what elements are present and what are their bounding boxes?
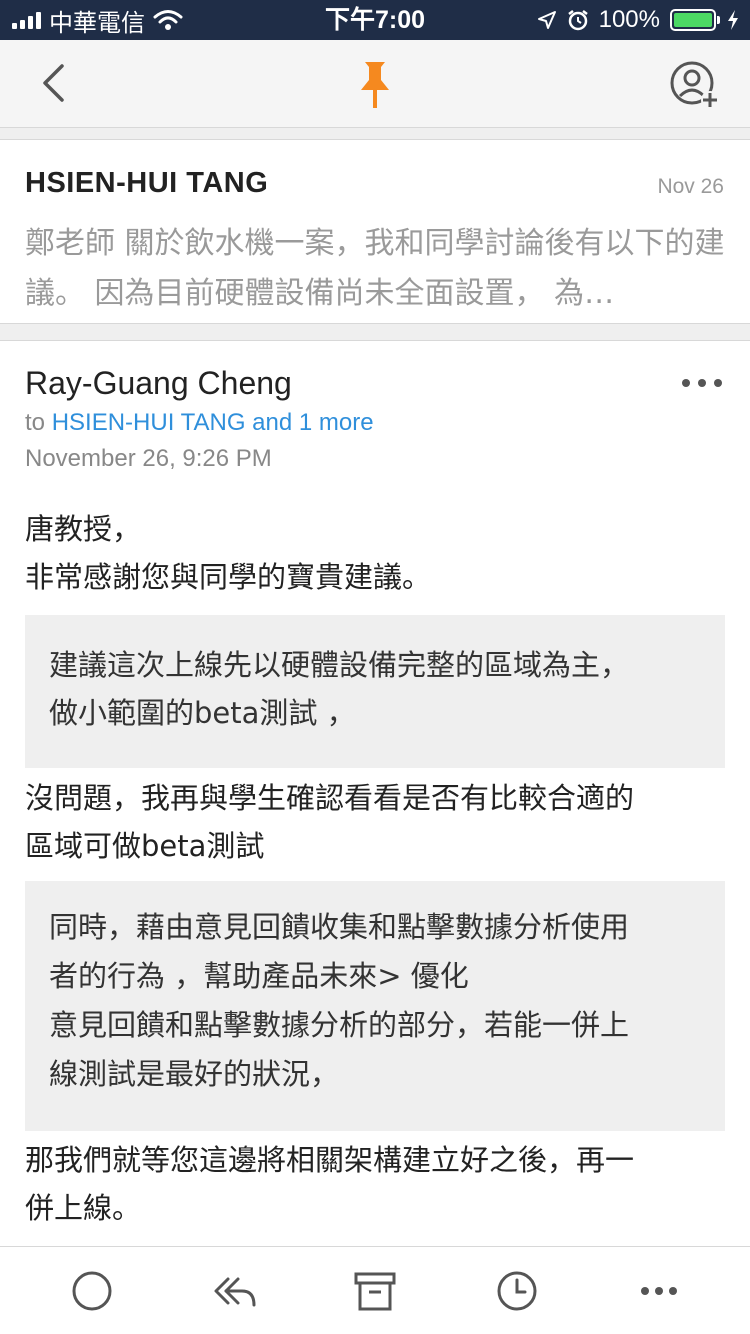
quote-line: 者的行為 ，幫助產品未來> 優化 <box>49 959 469 993</box>
quote-line: 意見回饋和點擊數據分析的部分，若能一併上 <box>49 1008 630 1042</box>
collapsed-preview: 鄭老師 關於飲水機一案，我和同學討論後有以下的建議。 因為目前硬體設備尚未全面設… <box>25 226 725 311</box>
battery-percent: 100% <box>598 6 660 33</box>
body-line: 併上線。 <box>25 1191 142 1225</box>
quoted-block: 同時，藉由意見回饋收集和點擊數據分析使用 者的行為 ，幫助產品未來> 優化 意見… <box>25 881 725 1131</box>
bottom-toolbar <box>0 1246 750 1334</box>
collapsed-sender: HSIEN-HUI TANG <box>25 167 269 199</box>
quote-line: 同時，藉由意見回饋收集和點擊數據分析使用 <box>49 910 630 944</box>
body-line: 那我們就等您這邊將相關架構建立好之後，再一 <box>25 1143 635 1177</box>
body-paragraph: 唐教授， 非常感謝您與同學的寶貴建議。 <box>25 505 725 601</box>
collapsed-message[interactable]: HSIEN-HUI TANG Nov 26 鄭老師 關於飲水機一案，我和同學討論… <box>0 141 750 323</box>
body-line: 非常感謝您與同學的寶貴建議。 <box>25 560 432 594</box>
quote-line: 建議這次上線先以硬體設備完整的區域為主， <box>49 648 630 682</box>
thread-divider <box>0 323 750 341</box>
quote-line: 線測試是最好的狀況， <box>49 1057 340 1091</box>
thread-divider <box>0 128 750 140</box>
back-chevron-icon[interactable] <box>30 58 80 108</box>
battery-icon <box>670 9 720 31</box>
message-recipients[interactable]: to HSIEN-HUI TANG and 1 more <box>25 409 374 437</box>
quoted-block: 建議這次上線先以硬體設備完整的區域為主， 做小範圍的beta測試 ， <box>25 615 725 768</box>
pin-icon[interactable] <box>350 58 400 112</box>
body-line: 唐教授， <box>25 512 142 546</box>
location-arrow-icon <box>537 11 556 29</box>
quote-line: 做小範圍的beta測試 ， <box>49 696 356 730</box>
body-paragraph: 那我們就等您這邊將相關架構建立好之後，再一 併上線。 <box>25 1136 725 1232</box>
more-icon[interactable] <box>635 1267 683 1315</box>
reply-all-icon[interactable] <box>210 1267 258 1315</box>
charging-bolt-icon <box>728 10 738 30</box>
body-line: 沒問題，我再與學生確認看看是否有比較合適的 <box>25 781 635 815</box>
recipients-link[interactable]: HSIEN-HUI TANG and 1 more <box>52 409 374 436</box>
body-paragraph: 沒問題，我再與學生確認看看是否有比較合適的 區域可做beta測試 <box>25 774 725 870</box>
body-line: 區域可做beta測試 <box>25 829 265 863</box>
message-date: November 26, 9:26 PM <box>25 445 272 472</box>
done-circle-icon[interactable] <box>68 1267 116 1315</box>
collapsed-date: Nov 26 <box>657 175 724 198</box>
status-bar: 中華電信 下午7:00 100% <box>0 0 750 40</box>
navigation-bar <box>0 40 750 128</box>
message-more-icon[interactable] <box>680 371 724 395</box>
schedule-clock-icon[interactable] <box>493 1267 541 1315</box>
expanded-message: Ray-Guang Cheng to HSIEN-HUI TANG and 1 … <box>0 341 750 1245</box>
message-sender[interactable]: Ray-Guang Cheng <box>25 365 292 402</box>
to-prefix: to <box>25 409 46 436</box>
add-contact-icon[interactable] <box>668 58 722 112</box>
alarm-icon <box>567 10 588 31</box>
archive-icon[interactable] <box>351 1267 399 1315</box>
